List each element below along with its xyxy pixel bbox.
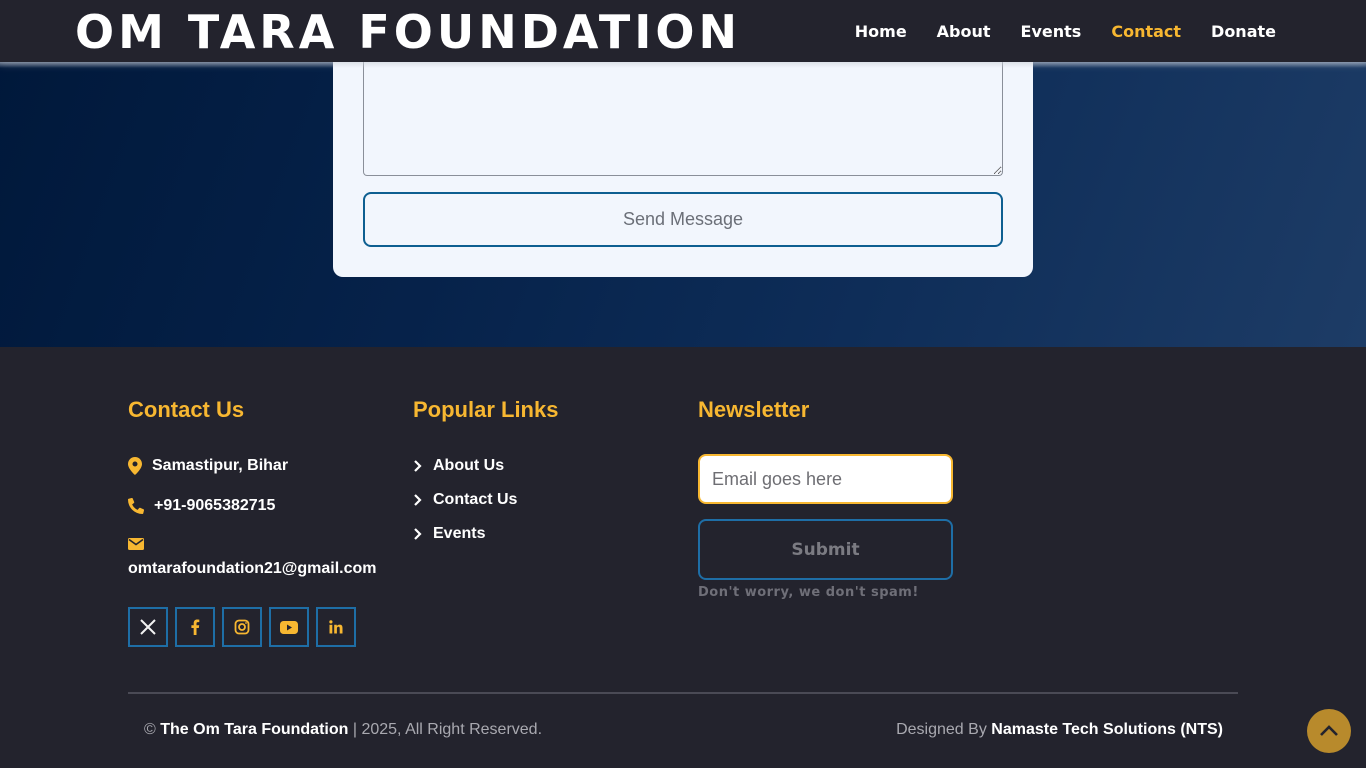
instagram-button[interactable] [222,607,262,647]
copyright-symbol: © [144,721,156,738]
designed-prefix: Designed By [896,721,987,738]
spam-note: Don't worry, we don't spam! [698,585,919,600]
link-label: Events [433,525,486,542]
nav-home[interactable]: Home [855,22,907,41]
linkedin-icon [329,620,343,634]
facebook-icon [191,619,200,635]
link-events[interactable]: Events [413,525,485,543]
address-row: Samastipur, Bihar [128,457,288,475]
envelope-icon [128,538,144,550]
social-links [128,607,363,647]
popular-links-title: Popular Links [413,397,559,422]
nav-links: Home About Events Contact Donate [825,0,1276,62]
address-text: Samastipur, Bihar [152,457,289,474]
footer-divider [128,692,1238,694]
nav-donate[interactable]: Donate [1211,22,1276,41]
x-twitter-button[interactable] [128,607,168,647]
copyright-rest: | 2025, All Right Reserved. [352,721,543,738]
newsletter-title: Newsletter [698,397,810,422]
newsletter-submit-button[interactable]: Submit [698,519,953,580]
footer: Contact Us Samastipur, Bihar +91-9065382… [0,347,1366,768]
contact-title: Contact Us [128,397,245,422]
map-marker-icon [128,457,142,475]
phone-icon [128,498,144,514]
brand-title[interactable]: OM TARA FOUNDATION [75,6,741,58]
email-text: omtarafoundation21@gmail.com [128,560,377,577]
link-label: Contact Us [433,491,518,508]
link-contact-us[interactable]: Contact Us [413,491,517,509]
nav-about[interactable]: About [937,22,991,41]
chevron-up-icon [1320,725,1338,736]
facebook-button[interactable] [175,607,215,647]
navbar: OM TARA FOUNDATION Home About Events Con… [0,0,1366,68]
designed-by: Designed By Namaste Tech Solutions (NTS) [896,721,1223,739]
chevron-right-icon [414,494,422,506]
newsletter-email-input[interactable] [698,454,953,504]
phone-text: +91-9065382715 [154,497,276,514]
youtube-button[interactable] [269,607,309,647]
nav-contact[interactable]: Contact [1111,22,1181,41]
link-label: About Us [433,457,505,474]
copyright: © The Om Tara Foundation | 2025, All Rig… [144,721,542,739]
x-twitter-icon [140,619,156,635]
back-to-top-button[interactable] [1307,709,1351,753]
email-icon-row [128,537,144,555]
nav-events[interactable]: Events [1021,22,1082,41]
designer-company[interactable]: Namaste Tech Solutions (NTS) [991,721,1223,738]
copyright-org[interactable]: The Om Tara Foundation [160,721,348,738]
youtube-icon [280,620,298,634]
phone-row: +91-9065382715 [128,497,275,515]
chevron-right-icon [414,460,422,472]
instagram-icon [234,619,250,635]
link-about-us[interactable]: About Us [413,457,504,475]
linkedin-button[interactable] [316,607,356,647]
send-message-button[interactable]: Send Message [363,192,1003,247]
chevron-right-icon [414,528,422,540]
